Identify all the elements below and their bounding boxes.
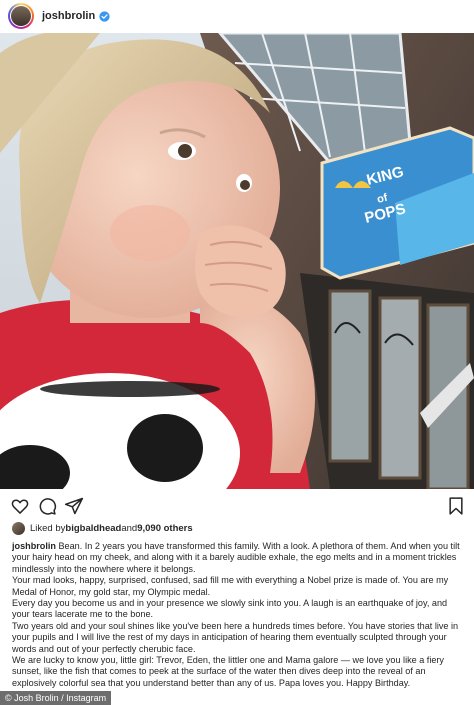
caption-paragraph: We are lucky to know you, little girl: T… — [12, 655, 444, 688]
caption-paragraph: Two years old and your soul shines like … — [12, 620, 459, 654]
photo-credit: © Josh Brolin / Instagram — [0, 691, 112, 705]
caption-paragraph: joshbrolin Bean. In 2 years you have tra… — [12, 541, 460, 574]
caption-paragraph: Every day you become us and in your pres… — [12, 598, 448, 620]
share-icon[interactable] — [64, 496, 84, 516]
action-bar — [0, 492, 474, 520]
likes-summary: Liked by bigbaldhead and 9,090 others — [12, 520, 193, 536]
bookmark-icon[interactable] — [446, 496, 466, 516]
storefront — [300, 273, 474, 489]
heart-icon[interactable] — [10, 496, 30, 516]
liker-avatar[interactable] — [12, 521, 25, 535]
post-photo[interactable]: KING of POPS — [0, 33, 474, 489]
liker-username[interactable]: bigbaldhead — [65, 523, 121, 534]
verified-badge-icon — [99, 10, 110, 22]
comment-icon[interactable] — [37, 496, 57, 516]
post-username[interactable]: joshbrolin — [42, 10, 95, 22]
profile-avatar[interactable] — [8, 3, 34, 29]
post-caption: joshbrolin Bean. In 2 years you have tra… — [12, 541, 464, 689]
caption-paragraph: Your mad looks, happy, surprised, confus… — [12, 575, 449, 597]
likes-count[interactable]: 9,090 others — [137, 523, 192, 534]
post-header: joshbrolin — [0, 0, 474, 32]
caption-username[interactable]: joshbrolin — [12, 541, 56, 551]
